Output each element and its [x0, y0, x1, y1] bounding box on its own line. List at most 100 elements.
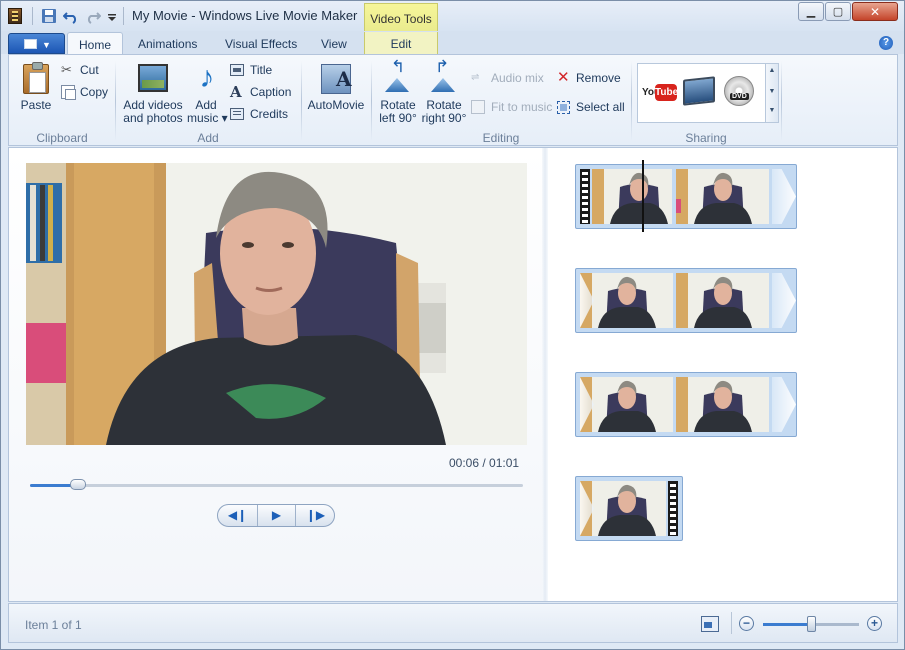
- maximize-button[interactable]: ▢: [825, 2, 851, 21]
- video-frame-image: [26, 163, 527, 445]
- previous-frame-button[interactable]: ◀❙: [218, 505, 257, 526]
- minimize-button[interactable]: ▁: [798, 2, 824, 21]
- automovie-icon: [321, 64, 352, 94]
- youtube-icon[interactable]: You Tube: [642, 84, 678, 102]
- fit-to-music-icon: [471, 100, 485, 114]
- add-videos-and-photos-button[interactable]: Add videos and photos: [121, 62, 185, 125]
- copy-icon: [61, 85, 76, 100]
- remove-button[interactable]: ✕ Remove: [557, 69, 621, 87]
- group-divider: [781, 61, 782, 141]
- redo-icon[interactable]: [85, 8, 101, 24]
- chevron-down-icon: ▼: [42, 40, 51, 50]
- title-bar: My Movie - Windows Live Movie Maker Vide…: [1, 1, 904, 31]
- automovie-button[interactable]: AutoMovie: [305, 62, 367, 112]
- audio-mix-button[interactable]: ⇌ Audio mix: [471, 69, 544, 87]
- rotate-left-icon: [383, 60, 413, 92]
- divider: [731, 612, 732, 634]
- menu-icon: [24, 39, 37, 49]
- video-preview[interactable]: [26, 163, 527, 445]
- seek-bar[interactable]: [30, 479, 523, 490]
- automovie-label: AutoMovie: [307, 98, 365, 112]
- main-area: 00:06 / 01:01 ◀❙ ▶ ❙▶: [8, 147, 898, 602]
- filmstrip-icon: [668, 481, 678, 536]
- caption-button[interactable]: A Caption: [230, 83, 291, 101]
- zoom-slider-fill: [763, 623, 811, 626]
- thumbnail-size-icon[interactable]: [701, 616, 719, 632]
- sharing-gallery-scroll[interactable]: ▲ ▼ ▼: [765, 63, 779, 123]
- status-item-count: Item 1 of 1: [25, 618, 82, 632]
- clip-thumbnail: [676, 273, 769, 328]
- paste-button[interactable]: Paste: [17, 62, 55, 112]
- storyboard-clip[interactable]: [575, 372, 797, 437]
- customize-toolbar-icon[interactable]: [107, 8, 117, 24]
- tab-animations[interactable]: Animations: [138, 37, 197, 51]
- fit-to-music-button[interactable]: Fit to music: [471, 98, 552, 116]
- chevron-up-icon[interactable]: ▲: [766, 67, 778, 74]
- film-photo-icon: [138, 64, 168, 92]
- clip-end-arrow: [772, 169, 796, 224]
- close-icon: ✕: [869, 5, 881, 19]
- zoom-in-icon[interactable]: +: [867, 616, 882, 631]
- copy-label: Copy: [80, 85, 109, 99]
- movie-maker-app-icon[interactable]: [8, 8, 22, 24]
- storyboard-playhead[interactable]: [642, 160, 644, 232]
- sharing-gallery: You Tube DVD: [637, 63, 771, 123]
- select-all-label: Select all: [576, 100, 625, 114]
- remove-x-icon: ✕: [557, 69, 570, 86]
- tab-edit[interactable]: Edit: [364, 32, 438, 54]
- undo-icon[interactable]: [63, 8, 79, 24]
- group-label-editing: Editing: [482, 131, 520, 145]
- tab-home[interactable]: Home: [67, 32, 124, 55]
- rotate-left-label-line2: left 90°: [379, 111, 417, 125]
- save-icon[interactable]: [41, 8, 57, 24]
- tab-visual-effects[interactable]: Visual Effects: [225, 37, 297, 51]
- group-label-add: Add: [197, 131, 219, 145]
- rotate-left-button[interactable]: Rotate left 90°: [375, 60, 421, 125]
- select-all-button[interactable]: Select all: [557, 98, 625, 116]
- caption-icon: A: [230, 83, 242, 101]
- play-button[interactable]: ▶: [257, 505, 296, 526]
- divider: [123, 7, 124, 25]
- group-divider: [631, 61, 632, 141]
- storyboard-clip[interactable]: [575, 164, 797, 229]
- zoom-slider-handle[interactable]: [807, 616, 816, 632]
- paste-icon: [23, 62, 49, 94]
- youtube-logo-badge: Tube: [655, 84, 678, 101]
- zoom-out-icon[interactable]: −: [739, 616, 754, 631]
- preview-pane: 00:06 / 01:01 ◀❙ ▶ ❙▶: [9, 148, 542, 601]
- group-label-clipboard: Clipboard: [36, 131, 88, 145]
- clip-thumbnail: [592, 169, 672, 224]
- title-icon: [230, 64, 244, 76]
- seek-handle[interactable]: [70, 479, 87, 490]
- close-button[interactable]: ✕: [852, 2, 898, 21]
- dvd-icon[interactable]: DVD: [724, 76, 754, 106]
- select-all-icon: [557, 101, 570, 114]
- add-music-button[interactable]: ♪ Add music ▾: [187, 62, 228, 125]
- clip-thumbnail: [676, 169, 769, 224]
- rotate-right-button[interactable]: Rotate right 90°: [421, 60, 467, 125]
- storyboard-clip[interactable]: [575, 268, 797, 333]
- gallery-expand-icon[interactable]: ▼: [766, 107, 778, 114]
- group-label-sharing: Sharing: [685, 131, 727, 145]
- time-readout: 00:06 / 01:01: [449, 456, 520, 470]
- cut-button[interactable]: ✂ Cut: [61, 61, 99, 79]
- tab-view[interactable]: View: [321, 37, 347, 51]
- clip-end-arrow: [772, 273, 796, 328]
- title-label: Title: [250, 63, 273, 77]
- next-frame-button[interactable]: ❙▶: [296, 505, 335, 526]
- storyboard-clip[interactable]: [575, 476, 683, 541]
- storyboard: [548, 148, 897, 601]
- zoom-slider[interactable]: [763, 616, 859, 632]
- title-button[interactable]: Title: [230, 61, 272, 79]
- copy-button[interactable]: Copy: [61, 83, 108, 101]
- chevron-down-icon[interactable]: ▼: [766, 88, 778, 95]
- app-menu-button[interactable]: ▼: [8, 33, 65, 54]
- help-icon[interactable]: ?: [879, 36, 893, 50]
- audio-mix-label: Audio mix: [491, 71, 544, 85]
- rotate-right-icon: [429, 60, 459, 92]
- scissors-icon: ✂: [61, 62, 72, 77]
- monitor-icon[interactable]: [683, 76, 715, 106]
- add-videos-label-line2: and photos: [123, 111, 183, 125]
- credits-button[interactable]: Credits: [230, 105, 288, 123]
- paste-label: Paste: [20, 98, 52, 112]
